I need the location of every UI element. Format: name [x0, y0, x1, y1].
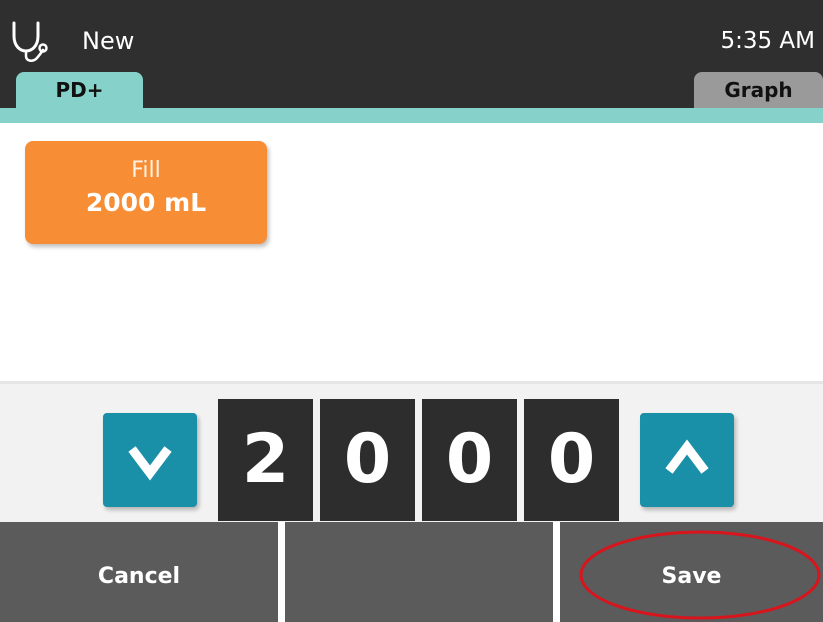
increment-button[interactable] — [640, 413, 734, 507]
fill-volume-card[interactable]: Fill 2000 mL — [25, 141, 267, 244]
chevron-up-icon — [665, 439, 709, 474]
clock-time: 5:35 AM — [720, 28, 815, 54]
cancel-button[interactable]: Cancel — [0, 522, 278, 622]
record-title: New — [82, 27, 135, 55]
fill-label: Fill — [131, 158, 161, 183]
save-highlight-circle — [579, 530, 821, 620]
tab-pd-plus[interactable]: PD+ — [16, 72, 143, 108]
tab-graph[interactable]: Graph — [694, 72, 823, 108]
chevron-down-icon — [128, 446, 172, 481]
digit-thousands[interactable]: 2 — [218, 399, 313, 521]
digit-hundreds[interactable]: 0 — [320, 399, 415, 521]
tab-strip — [0, 108, 823, 123]
digit-ones[interactable]: 0 — [524, 399, 619, 521]
content-area: Fill 2000 mL — [0, 123, 823, 381]
blank-action-button[interactable] — [285, 522, 553, 622]
stethoscope-icon — [12, 21, 48, 62]
pd-fill-screen: New 5:35 AM PD+ Graph Fill 2000 mL 2 0 0… — [0, 0, 823, 622]
decrement-button[interactable] — [103, 413, 197, 507]
fill-value: 2000 mL — [85, 188, 207, 217]
digit-tens[interactable]: 0 — [422, 399, 517, 521]
header-bar: New 5:35 AM PD+ Graph — [0, 0, 823, 110]
